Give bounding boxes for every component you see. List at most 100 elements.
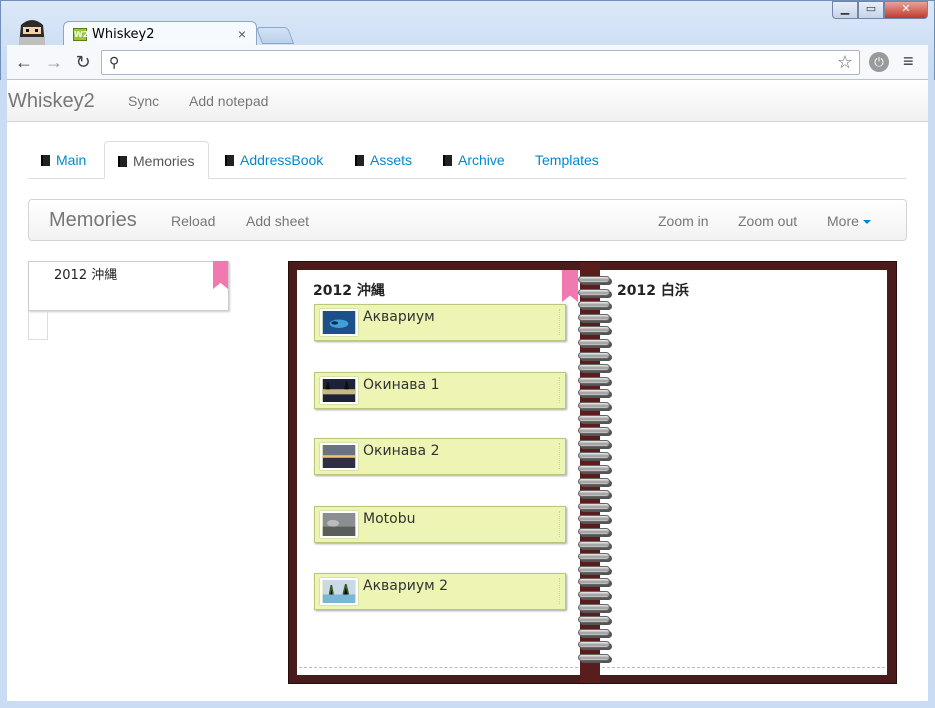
drag-handle[interactable] [559,377,562,403]
memory-card[interactable]: Аквариум [314,304,566,341]
close-tab-icon[interactable]: × [238,26,246,42]
ring-band [578,628,610,636]
sheet-list-item[interactable]: 2012 沖縄 [28,261,229,311]
ring-band [578,364,610,372]
tab-addressbook[interactable]: AddressBook [225,141,323,179]
drag-handle[interactable] [559,443,562,469]
favicon-icon: W2 [73,28,89,41]
tab-assets[interactable]: Assets [355,141,412,179]
page-divider [602,667,885,668]
tab-label: Archive [458,152,505,168]
memory-card[interactable]: Окинава 2 [314,438,566,475]
reload-icon[interactable]: ↻ [72,51,94,73]
memory-card[interactable]: Окинава 1 [314,372,566,409]
spiral-ring [576,540,616,550]
tab-label: Templates [535,152,599,168]
add-sheet-link[interactable]: Add sheet [246,213,309,229]
forward-icon[interactable]: → [43,51,65,73]
spiral-ring [576,616,616,626]
brand-title[interactable]: Whiskey2 [8,90,95,113]
ring-band [578,414,610,422]
spiral-ring [576,364,616,374]
left-page: 2012 沖縄 Аквариум Окинава 1 Окинава 2 Mot… [297,270,580,675]
tab-label: AddressBook [240,152,324,168]
zoom-in-link[interactable]: Zoom in [658,213,709,229]
ring-band [578,540,610,548]
tab-templates[interactable]: Templates [535,141,599,179]
app-navbar: Whiskey2 Sync Add notepad [7,80,928,122]
browser-tab[interactable]: W2 Whiskey2 × [63,21,257,47]
ring-band [578,326,610,334]
ring-band [578,565,610,573]
ninja-avatar-icon [19,20,45,45]
ring-band [578,641,610,649]
drag-handle[interactable] [559,511,562,537]
book-icon [225,155,234,166]
spiral-ring [576,628,616,638]
browser-toolbar: ← → ↻ ⚲ ☆ ⏻ ≡ [7,45,928,80]
card-label: Аквариум 2 [363,578,449,594]
ring-band [578,288,610,296]
aquarium-photo-thumbnail [320,309,358,336]
ring-band [578,528,610,535]
tab-archive[interactable]: Archive [443,141,505,179]
spiral-ring [576,288,616,298]
spiral-ring [576,427,616,437]
ring-band [578,301,610,309]
notepad-tabs: Main Memories AddressBook Assets Archive… [28,141,906,179]
book-icon [355,155,364,166]
card-label: Окинава 1 [363,377,440,393]
tab-memories[interactable]: Memories [104,141,209,179]
ring-band [578,427,610,435]
ring-band [578,389,610,397]
spiral-ring [576,402,616,411]
book-icon [41,155,50,166]
ring-band [578,591,610,598]
card-label: Аквариум [363,309,435,325]
more-label: More [827,213,859,229]
maximize-button[interactable]: ▭ [858,1,884,19]
caret-down-icon [862,220,871,224]
sync-link[interactable]: Sync [128,93,159,109]
zoom-out-link[interactable]: Zoom out [738,213,797,229]
ring-band [578,515,610,523]
spiral-ring [576,339,616,348]
motobu-photo-thumbnail [320,511,358,538]
spiral-ring [576,465,616,474]
notepad-title: Memories [49,209,137,231]
add-notepad-link[interactable]: Add notepad [189,93,268,109]
spiral-ring [576,313,616,323]
menu-icon[interactable]: ≡ [903,51,914,72]
ring-band [578,313,610,321]
window-controls: ▁ ▭ ✕ [832,1,928,19]
spiral-ring [576,565,616,575]
close-window-button[interactable]: ✕ [884,1,928,19]
ring-band [578,477,610,485]
ring-band [578,339,610,346]
tab-label: Memories [133,153,195,169]
tab-main[interactable]: Main [41,141,86,179]
ring-band [578,616,610,624]
spiral-ring [576,389,616,399]
new-tab-button[interactable] [255,27,295,44]
extension-icon[interactable]: ⏻ [869,52,889,72]
drag-handle[interactable] [559,309,562,335]
sheet-list-label: 2012 沖縄 [54,268,118,283]
reload-link[interactable]: Reload [171,213,215,229]
more-dropdown[interactable]: More [827,213,871,229]
spiral-ring [576,553,616,563]
minimize-button[interactable]: ▁ [832,1,858,19]
memory-card[interactable]: Аквариум 2 [314,573,566,610]
notepad-toolbar: Memories Reload Add sheet Zoom in Zoom o… [28,199,907,241]
spiral-ring [576,603,616,613]
ring-band [578,465,610,472]
drag-handle[interactable] [559,578,562,604]
app-content: Whiskey2 Sync Add notepad Main Memories … [7,80,928,701]
ring-band [578,654,610,661]
memory-card[interactable]: Motobu [314,506,566,543]
address-bar[interactable]: ⚲ ☆ [101,50,860,75]
search-icon: ⚲ [109,54,120,70]
back-icon[interactable]: ← [13,51,35,73]
card-label: Motobu [363,511,416,527]
bookmark-star-icon[interactable]: ☆ [837,52,853,73]
